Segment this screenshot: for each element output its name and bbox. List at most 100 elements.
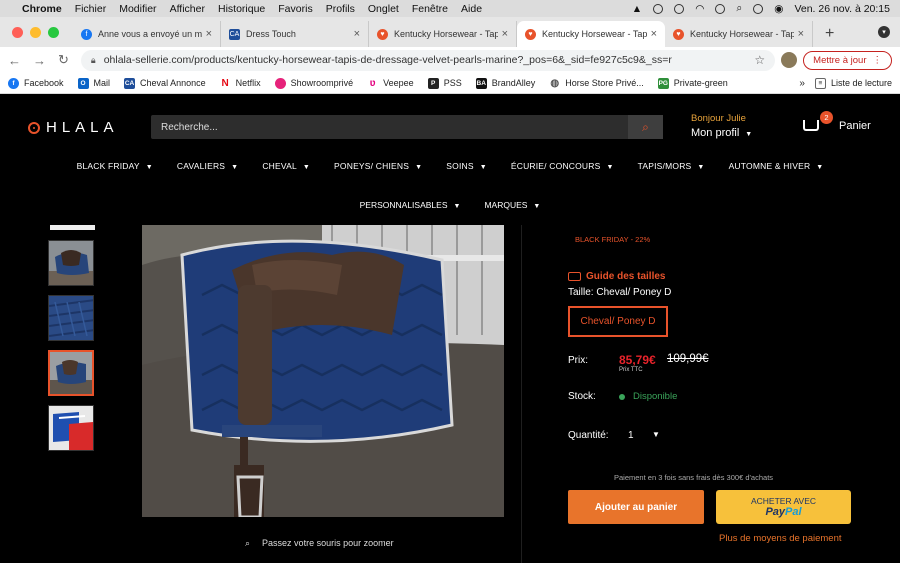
vlc-icon[interactable]: ▲: [632, 3, 642, 15]
search-bar[interactable]: Recherche... ⌕: [151, 115, 663, 139]
siri-icon[interactable]: ◉: [774, 3, 783, 15]
menu-historique[interactable]: Historique: [218, 3, 265, 15]
bookmark-brandalley[interactable]: BA BrandAlley: [475, 77, 535, 89]
play-icon[interactable]: [653, 3, 664, 14]
tab-kentucky-active[interactable]: ♥ Kentucky Horsewear - Tap ×: [517, 21, 665, 47]
bookmarks-overflow-icon[interactable]: »: [799, 78, 805, 89]
more-payment-link[interactable]: Plus de moyens de paiement: [719, 533, 842, 544]
menu-profils[interactable]: Profils: [326, 3, 355, 15]
close-tab-icon[interactable]: ×: [206, 28, 212, 40]
lock-icon[interactable]: 🔒︎: [91, 55, 96, 66]
close-tab-icon[interactable]: ×: [651, 28, 657, 40]
menu-app[interactable]: Chrome: [22, 3, 62, 15]
minimize-window-button[interactable]: [30, 26, 41, 38]
ca-icon: CA: [229, 28, 240, 40]
menu-fichier[interactable]: Fichier: [75, 3, 107, 15]
profile-link[interactable]: Mon profil: [691, 127, 739, 139]
tab-kentucky-3[interactable]: ♥ Kentucky Horsewear - Tap ×: [665, 21, 813, 47]
bookmark-facebook[interactable]: f Facebook: [8, 77, 64, 89]
menu-fenetre[interactable]: Fenêtre: [412, 3, 448, 15]
search-input[interactable]: Recherche...: [161, 122, 218, 133]
bookmark-horse-store[interactable]: ◍ Horse Store Privé...: [549, 77, 644, 89]
zoom-window-button[interactable]: [48, 26, 59, 38]
menu-modifier[interactable]: Modifier: [119, 3, 156, 15]
thumbnail-2[interactable]: [48, 295, 94, 341]
reading-list[interactable]: ≡ Liste de lecture: [814, 77, 892, 89]
spotlight-icon[interactable]: ⌕: [736, 2, 742, 15]
account-menu[interactable]: Bonjour Julie Mon profil ▼: [691, 113, 752, 139]
nav-marques[interactable]: MARQUES ▼: [484, 200, 540, 210]
site-logo[interactable]: HLALA: [28, 119, 119, 136]
tab-title: Kentucky Horsewear - Tap: [394, 29, 498, 39]
new-tab-button[interactable]: +: [813, 21, 846, 47]
search-icon[interactable]: ⌕: [628, 115, 663, 139]
quantity-select[interactable]: 1: [628, 430, 634, 441]
size-option-button[interactable]: Cheval/ Poney D: [568, 306, 668, 337]
thumbnail-1[interactable]: [48, 240, 94, 286]
close-tab-icon[interactable]: ×: [354, 28, 360, 40]
tab-kentucky-1[interactable]: ♥ Kentucky Horsewear - Tap ×: [369, 21, 517, 47]
tab-facebook[interactable]: f Anne vous a envoyé un m ×: [73, 21, 221, 47]
size-selection: Taille: Cheval/ Poney D: [568, 287, 671, 298]
close-tab-icon[interactable]: ×: [798, 28, 804, 40]
nav-label: CHEVAL: [262, 161, 297, 171]
back-icon[interactable]: ←: [8, 53, 21, 68]
nav-black-friday[interactable]: BLACK FRIDAY ▼: [77, 161, 153, 171]
paypal-button[interactable]: ACHETER AVEC PayPal: [716, 490, 851, 524]
close-window-button[interactable]: [12, 26, 23, 38]
address-bar[interactable]: 🔒︎ ohlala-sellerie.com/products/kentucky…: [80, 49, 776, 71]
bookmark-cheval-annonce[interactable]: CA Cheval Annonce: [124, 77, 206, 89]
nav-cheval[interactable]: CHEVAL ▼: [262, 161, 310, 171]
nav-ecurie-concours[interactable]: ÉCURIE/ CONCOURS ▼: [511, 161, 614, 171]
chevron-down-icon[interactable]: ▼: [652, 430, 660, 439]
nav-personnalisables[interactable]: PERSONNALISABLES ▼: [360, 200, 461, 210]
sale-price: 85,79€: [619, 353, 656, 367]
tab-search-icon[interactable]: ▾: [878, 26, 890, 38]
logo-text: HLALA: [46, 119, 119, 136]
reload-icon[interactable]: ↻: [58, 52, 69, 68]
tab-strip: f Anne vous a envoyé un m × CA Dress Tou…: [0, 17, 900, 47]
nav-poneys-chiens[interactable]: PONEYS/ CHIENS ▼: [334, 161, 422, 171]
nav-automne-hiver[interactable]: AUTOMNE & HIVER ▼: [729, 161, 824, 171]
close-tab-icon[interactable]: ×: [502, 28, 508, 40]
bookmark-mail[interactable]: O Mail: [77, 77, 110, 89]
menu-onglet[interactable]: Onglet: [368, 3, 399, 15]
wifi-icon[interactable]: ◠: [695, 3, 704, 15]
thumbnail-3-selected[interactable]: [48, 350, 94, 396]
tab-dress-touch[interactable]: CA Dress Touch ×: [221, 21, 369, 47]
product-main-image[interactable]: [142, 225, 504, 517]
menu-afficher[interactable]: Afficher: [170, 3, 205, 15]
tab-title: Kentucky Horsewear - Tap: [542, 29, 647, 39]
bookmark-pss[interactable]: P PSS: [427, 77, 462, 89]
control-center-icon[interactable]: [753, 3, 764, 14]
nav-tapis-mors[interactable]: TAPIS/MORS ▼: [638, 161, 705, 171]
menu-favoris[interactable]: Favoris: [278, 3, 312, 15]
nav-soins[interactable]: SOINS ▼: [446, 161, 487, 171]
add-to-cart-button[interactable]: Ajouter au panier: [568, 490, 704, 524]
nav-label: ÉCURIE/ CONCOURS: [510, 161, 601, 171]
nav-cavaliers[interactable]: CAVALIERS ▼: [177, 161, 238, 171]
cart-button[interactable]: 2 Panier: [803, 111, 871, 135]
profile-avatar[interactable]: [781, 52, 798, 68]
bookmark-star-icon[interactable]: ☆: [754, 53, 765, 67]
bookmark-private-green[interactable]: PG Private-green: [657, 77, 728, 89]
thumbnail-4[interactable]: [48, 405, 94, 451]
bookmark-label: Cheval Annonce: [140, 78, 206, 88]
bookmark-showroomprive[interactable]: Showroomprivé: [274, 77, 353, 89]
update-button[interactable]: Mettre à jour ⋮: [803, 50, 892, 70]
paypal-logo-pay: Pay: [765, 506, 786, 518]
clock-icon[interactable]: [674, 3, 685, 14]
bookmark-netflix[interactable]: N Netflix: [219, 77, 261, 89]
size-guide-link[interactable]: Guide des tailles: [568, 271, 665, 282]
url-text[interactable]: ohlala-sellerie.com/products/kentucky-ho…: [104, 54, 672, 66]
clock-text[interactable]: Ven. 26 nov. à 20:15: [794, 3, 890, 15]
status-area: ▲ ◠ ⌕ ◉ Ven. 26 nov. à 20:15: [632, 2, 900, 15]
thumb-scroll-indicator[interactable]: [50, 225, 95, 230]
menu-aide[interactable]: Aide: [461, 3, 482, 15]
forward-icon[interactable]: →: [33, 53, 46, 68]
price-note: Prix TTC: [619, 367, 643, 373]
bookmark-veepee[interactable]: ʋ Veepee: [367, 77, 414, 89]
user-icon[interactable]: [715, 3, 726, 14]
reading-list-label: Liste de lecture: [830, 78, 892, 88]
facebook-icon: f: [8, 77, 19, 89]
